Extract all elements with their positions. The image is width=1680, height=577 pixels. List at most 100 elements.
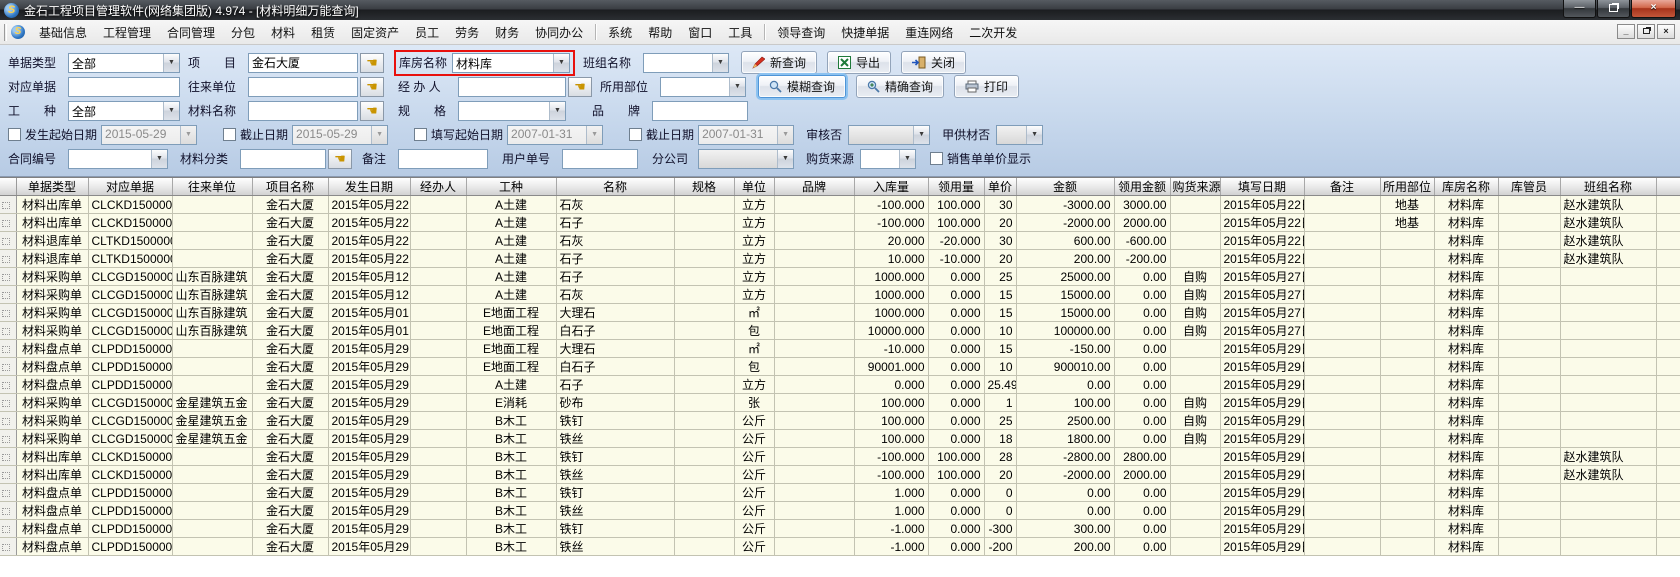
table-cell[interactable]: 金石大厦: [252, 232, 328, 250]
table-cell[interactable]: 25000.00: [1016, 268, 1114, 286]
table-cell[interactable]: 材料盘点单: [16, 538, 88, 556]
menu-item-7[interactable]: 员工: [407, 21, 447, 44]
table-cell[interactable]: [774, 502, 854, 520]
column-header[interactable]: 所用部位: [1380, 178, 1434, 196]
chevron-down-icon[interactable]: ▼: [1026, 126, 1042, 144]
table-cell[interactable]: A土建: [466, 196, 556, 214]
table-cell[interactable]: -1.000: [854, 538, 928, 556]
occur-start-date-select[interactable]: 2015-05-29 ▼: [101, 125, 197, 145]
table-cell[interactable]: [674, 232, 734, 250]
table-cell[interactable]: 公斤: [734, 448, 774, 466]
table-cell[interactable]: [1498, 286, 1560, 304]
table-cell[interactable]: 材料库: [1434, 430, 1498, 448]
table-cell[interactable]: [1170, 358, 1220, 376]
table-cell[interactable]: 1000.000: [854, 286, 928, 304]
table-cell[interactable]: -100.000: [854, 466, 928, 484]
table-cell[interactable]: [172, 376, 252, 394]
table-cell[interactable]: 金星建筑五金: [172, 430, 252, 448]
table-cell[interactable]: 金星建筑五金: [172, 394, 252, 412]
table-cell[interactable]: 山东百脉建筑: [172, 268, 252, 286]
table-cell[interactable]: [1498, 268, 1560, 286]
table-cell[interactable]: [1304, 484, 1380, 502]
branch-select[interactable]: ▼: [698, 149, 794, 169]
mdi-restore-button[interactable]: [1637, 24, 1655, 39]
table-cell[interactable]: [410, 268, 466, 286]
column-header[interactable]: 项目名称: [252, 178, 328, 196]
table-cell[interactable]: [774, 484, 854, 502]
table-cell[interactable]: 90001.000: [854, 358, 928, 376]
table-cell[interactable]: 25: [984, 268, 1016, 286]
category-picker-button[interactable]: ☚: [328, 149, 352, 169]
table-cell[interactable]: 金石大厦: [252, 412, 328, 430]
table-cell[interactable]: -200.00: [1114, 250, 1170, 268]
table-cell[interactable]: [172, 196, 252, 214]
table-cell[interactable]: [1498, 466, 1560, 484]
ref-doc-input[interactable]: [68, 77, 180, 97]
table-cell[interactable]: 材料出库单: [16, 448, 88, 466]
table-cell[interactable]: CLCKD150000001: [88, 196, 172, 214]
table-cell[interactable]: 2015年05月29日: [1220, 466, 1304, 484]
table-cell[interactable]: 10: [984, 322, 1016, 340]
user-no-input[interactable]: [562, 149, 638, 169]
menu-item-12[interactable]: 帮助: [640, 21, 680, 44]
chevron-down-icon[interactable]: ▼: [777, 150, 793, 168]
table-cell[interactable]: 山东百脉建筑: [172, 322, 252, 340]
table-cell[interactable]: 材料库: [1434, 448, 1498, 466]
column-header[interactable]: 金额: [1016, 178, 1114, 196]
table-cell[interactable]: ㎡: [734, 304, 774, 322]
chevron-down-icon[interactable]: ▼: [163, 102, 179, 120]
partner-picker-button[interactable]: ☚: [360, 77, 384, 97]
column-header[interactable]: 领用量: [928, 178, 984, 196]
table-cell[interactable]: B木工: [466, 448, 556, 466]
table-cell[interactable]: 立方: [734, 250, 774, 268]
table-row[interactable]: 材料退库单CLTKD150000001金石大厦2015年05月22日A土建石灰立…: [0, 232, 1680, 250]
table-cell[interactable]: [1560, 358, 1656, 376]
table-cell[interactable]: E地面工程: [466, 358, 556, 376]
row-selector[interactable]: [0, 322, 16, 340]
handler-input[interactable]: [458, 77, 566, 97]
table-row[interactable]: 材料盘点单CLPDD150000001金石大厦2015年05月29日A土建石子立…: [0, 376, 1680, 394]
table-cell[interactable]: 2015年05月27日: [1220, 286, 1304, 304]
warehouse-select[interactable]: 材料库 ▼: [452, 53, 570, 73]
table-row[interactable]: 材料采购单CLCGD150000005山东百脉建筑金石大厦2015年05月01日…: [0, 322, 1680, 340]
table-cell[interactable]: [674, 268, 734, 286]
table-cell[interactable]: 1.000: [854, 484, 928, 502]
table-cell[interactable]: [1498, 484, 1560, 502]
table-cell[interactable]: -3000.00: [1016, 196, 1114, 214]
table-cell[interactable]: 2015年05月22日: [1220, 196, 1304, 214]
table-cell[interactable]: A土建: [466, 250, 556, 268]
table-cell[interactable]: -2000.00: [1016, 214, 1114, 232]
table-cell[interactable]: [1380, 286, 1434, 304]
occur-start-checkbox[interactable]: [8, 128, 21, 141]
row-selector[interactable]: [0, 340, 16, 358]
table-cell[interactable]: [674, 538, 734, 556]
table-cell[interactable]: 公斤: [734, 484, 774, 502]
table-cell[interactable]: 金石大厦: [252, 268, 328, 286]
table-cell[interactable]: 300.00: [1016, 520, 1114, 538]
table-cell[interactable]: [1498, 412, 1560, 430]
table-cell[interactable]: A土建: [466, 286, 556, 304]
column-header[interactable]: 往来单位: [172, 178, 252, 196]
table-cell[interactable]: 2015年05月29日: [328, 520, 410, 538]
table-cell[interactable]: [1560, 376, 1656, 394]
table-cell[interactable]: 铁钉: [556, 448, 674, 466]
table-cell[interactable]: [774, 394, 854, 412]
table-cell[interactable]: CLCGD150000005: [88, 304, 172, 322]
table-cell[interactable]: 金石大厦: [252, 376, 328, 394]
table-cell[interactable]: 材料盘点单: [16, 520, 88, 538]
table-cell[interactable]: [774, 286, 854, 304]
chevron-down-icon[interactable]: ▼: [729, 78, 745, 96]
table-cell[interactable]: 30: [984, 196, 1016, 214]
table-cell[interactable]: 1: [984, 394, 1016, 412]
table-cell[interactable]: 山东百脉建筑: [172, 304, 252, 322]
table-cell[interactable]: 材料采购单: [16, 430, 88, 448]
table-cell[interactable]: 0.00: [1016, 502, 1114, 520]
position-select[interactable]: ▼: [660, 77, 746, 97]
row-selector[interactable]: [0, 358, 16, 376]
table-cell[interactable]: 石子: [556, 250, 674, 268]
table-cell[interactable]: 0.00: [1114, 502, 1170, 520]
window-close-button[interactable]: ×: [1631, 0, 1676, 18]
table-cell[interactable]: [1380, 250, 1434, 268]
table-cell[interactable]: 包: [734, 322, 774, 340]
table-cell[interactable]: [1304, 304, 1380, 322]
